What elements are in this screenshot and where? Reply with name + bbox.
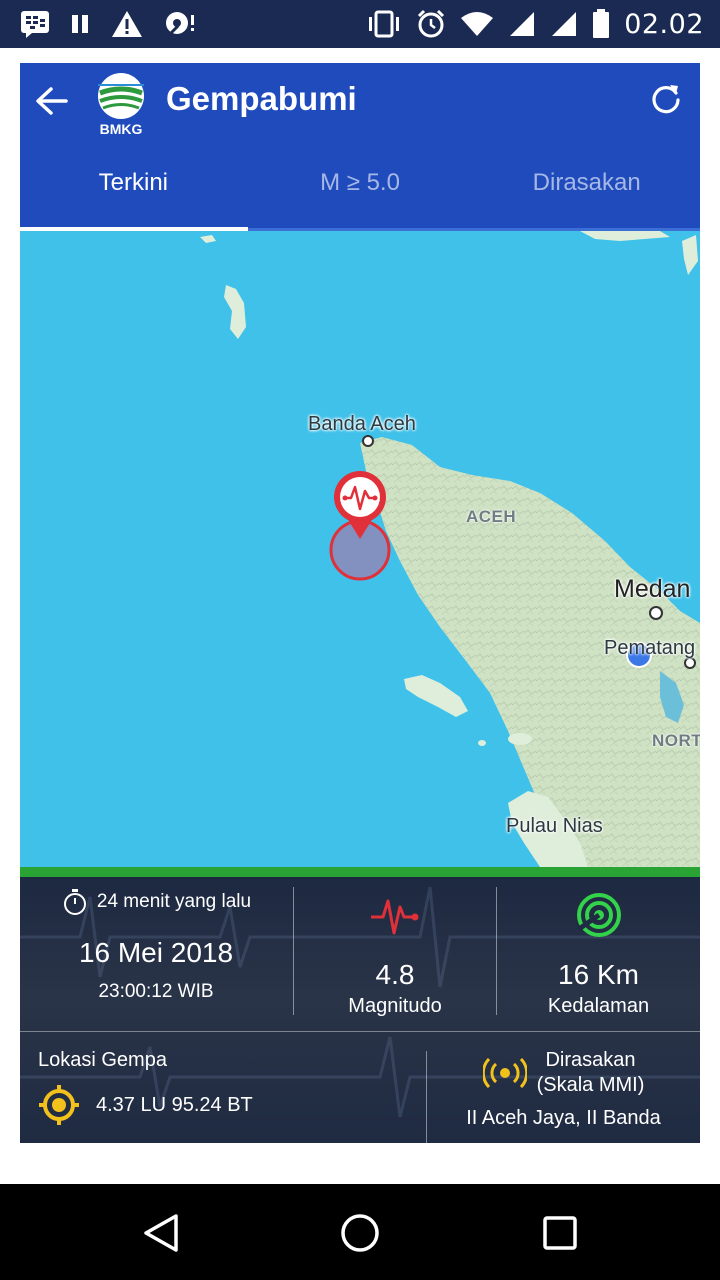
vpn-icon — [164, 8, 196, 40]
map-label-banda-aceh: Banda Aceh — [308, 413, 416, 435]
broadcast-icon — [482, 1058, 527, 1088]
bmkg-logo: BMKG — [92, 71, 150, 137]
signal-icon — [550, 8, 578, 40]
map-label-aceh: ACEH — [466, 507, 517, 526]
map-canvas — [200, 231, 700, 867]
status-time: 02.02 — [624, 8, 704, 40]
back-button[interactable] — [32, 81, 72, 121]
quake-date: 16 Mei 2018 — [78, 937, 234, 968]
depth-value: 16 Km — [558, 959, 639, 990]
refresh-icon — [652, 85, 680, 114]
arrow-left-icon — [36, 87, 68, 115]
city-dot-medan — [649, 606, 663, 620]
status-bar: 02.02 — [0, 0, 720, 48]
location-label: Lokasi Gempa — [38, 1049, 167, 1071]
magnitude-label: Magnitudo — [348, 995, 442, 1017]
quake-time: 23:00:12 WIB — [98, 981, 214, 1002]
felt-label: Dirasakan — [545, 1049, 636, 1071]
island-small — [508, 733, 532, 745]
signal-icon — [508, 8, 536, 40]
battery-icon — [592, 8, 610, 40]
blackberry-messenger-icon — [20, 8, 50, 40]
magnitude-cell: 4.8 Magnitudo — [294, 891, 496, 1018]
wifi-icon — [460, 8, 494, 40]
felt-value: II Aceh Jaya, II Banda — [466, 1107, 661, 1129]
app-window: BMKG Gempabumi Terkini M ≥ 5.0 Dirasakan — [20, 63, 700, 1143]
island-simeulue — [404, 675, 468, 717]
felt-cell: Dirasakan (Skala MMI) II Aceh Jaya, II B… — [427, 1049, 700, 1130]
island-weh — [224, 285, 246, 339]
nav-back-button[interactable] — [140, 1212, 182, 1254]
refresh-button[interactable] — [646, 79, 686, 119]
circle-home-icon — [341, 1214, 379, 1252]
seismograph-icon — [371, 899, 419, 935]
map-label-pematang: Pematang — [604, 637, 696, 659]
felt-scale-label: (Skala MMI) — [536, 1074, 645, 1096]
pause-icon — [70, 8, 90, 40]
vibrate-icon — [366, 8, 402, 40]
city-dot-banda-aceh — [362, 435, 374, 447]
stopwatch-icon — [63, 889, 86, 915]
land-top-right-2 — [682, 235, 698, 275]
app-bar: BMKG Gempabumi Terkini M ≥ 5.0 Dirasakan — [20, 63, 700, 231]
land-top-right — [580, 231, 670, 241]
map-label-pulau-nias: Pulau Nias — [506, 815, 603, 837]
magnitude-value: 4.8 — [375, 959, 415, 990]
island-small — [478, 740, 486, 746]
nav-home-button[interactable] — [339, 1212, 381, 1254]
time-ago: 24 menit yang lalu — [96, 891, 252, 912]
system-nav-bar — [0, 1184, 720, 1280]
square-recents-icon — [543, 1216, 577, 1250]
tab-bar: Terkini M ≥ 5.0 Dirasakan — [20, 155, 700, 231]
nav-recents-button[interactable] — [539, 1212, 581, 1254]
depth-label: Kedalaman — [547, 995, 650, 1017]
alarm-icon — [416, 8, 446, 40]
logo-text: BMKG — [100, 121, 143, 137]
depth-cell: 16 Km Kedalaman — [497, 891, 700, 1018]
time-cell: 24 menit yang lalu 16 Mei 2018 23:00:12 … — [20, 887, 292, 1003]
earthquake-map[interactable]: Banda Aceh ACEH Medan Pematang NORT Pula… — [20, 231, 700, 867]
location-cell: Lokasi Gempa 4.37 LU 95.24 BT — [38, 1049, 418, 1126]
status-icons-right: 02.02 — [366, 8, 704, 40]
triangle-back-icon — [144, 1214, 178, 1252]
depth-signal-icon — [576, 893, 621, 937]
tab-terkini[interactable]: Terkini — [20, 155, 247, 231]
earthquake-info-panel: 24 menit yang lalu 16 Mei 2018 23:00:12 … — [20, 877, 700, 1143]
map-label-north: NORT — [652, 731, 700, 750]
location-value: 4.37 LU 95.24 BT — [96, 1093, 253, 1116]
warning-icon — [110, 8, 144, 40]
app-title: Gempabumi — [166, 80, 357, 117]
location-target-icon — [39, 1085, 79, 1125]
tab-magnitude-5[interactable]: M ≥ 5.0 — [247, 155, 474, 231]
status-icons-left — [20, 8, 196, 40]
map-bottom-bar — [20, 867, 700, 877]
island-top — [200, 235, 216, 243]
tab-dirasakan[interactable]: Dirasakan — [473, 155, 700, 231]
map-label-medan: Medan — [614, 575, 691, 603]
time-ago-row: 24 menit yang lalu — [20, 887, 292, 917]
divider — [20, 1031, 700, 1032]
